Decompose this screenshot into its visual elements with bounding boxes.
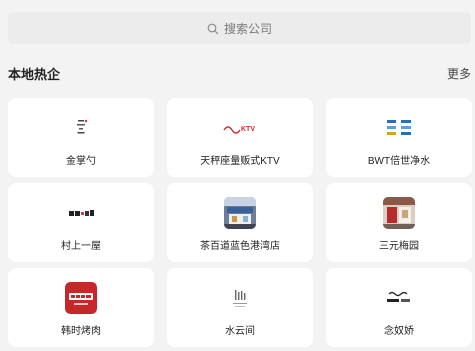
company-name: 村上一屋 (61, 241, 101, 252)
company-card-ktv[interactable]: KTV 天秤座量贩式KTV (167, 98, 313, 177)
section-header: 本地热企 更多 (8, 64, 471, 82)
company-name: 念奴娇 (384, 326, 414, 337)
cunshangyiwu-logo (65, 197, 97, 229)
company-name: 天秤座量贩式KTV (200, 156, 280, 167)
company-name: 金掌勺 (66, 156, 96, 167)
jinzhangshao-logo (65, 112, 97, 144)
svg-text:KTV: KTV (241, 126, 255, 133)
section-title: 本地热企 (8, 66, 61, 82)
search-bar[interactable]: 搜索公司 (8, 12, 471, 44)
company-name: 三元梅园 (379, 241, 419, 252)
company-card-jinzhangshao[interactable]: 金掌勺 (8, 98, 154, 177)
company-name: 水云间 (225, 326, 255, 337)
more-link[interactable]: 更多 (447, 65, 471, 82)
company-name: BWT倍世净水 (367, 156, 431, 167)
company-grid: 金掌勺 KTV 天秤座量贩式KTV BWT倍世净水 村上一屋 茶百道蓝色港湾店 … (8, 98, 475, 347)
company-name: 茶百道蓝色港湾店 (200, 241, 280, 252)
company-card-sanyuanmeiyuan[interactable]: 三元梅园 (326, 183, 472, 262)
search-icon (207, 22, 219, 35)
company-name: 韩时烤肉 (61, 326, 101, 337)
sanyuanmeiyuan-store-photo (383, 197, 415, 229)
hanshi-bbq-logo (65, 282, 97, 314)
search-placeholder: 搜索公司 (223, 21, 272, 36)
company-card-cunshangyiwu[interactable]: 村上一屋 (8, 183, 154, 262)
company-card-shuiyunjian[interactable]: 水云间 (167, 268, 313, 347)
company-card-chabaidao[interactable]: 茶百道蓝色港湾店 (167, 183, 313, 262)
company-card-niannujiao[interactable]: 念奴娇 (326, 268, 472, 347)
niannujiao-logo (383, 282, 415, 314)
company-card-hanshi[interactable]: 韩时烤肉 (8, 268, 154, 347)
chabaidao-store-photo (224, 197, 256, 229)
company-card-bwt[interactable]: BWT倍世净水 (326, 98, 472, 177)
ktv-logo: KTV (222, 112, 258, 144)
shuiyunjian-logo (224, 282, 256, 314)
bwt-logo (383, 112, 415, 144)
